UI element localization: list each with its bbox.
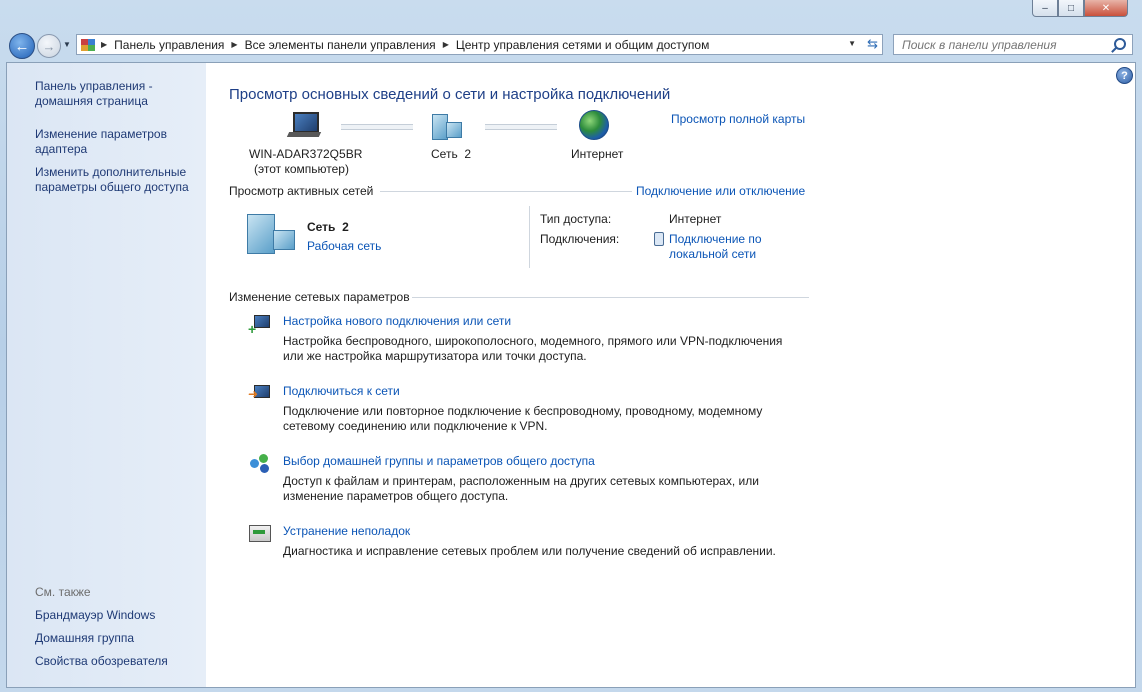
lan-connection-line2: локальной сети	[669, 247, 757, 261]
section-divider	[380, 191, 632, 192]
history-dropdown-icon[interactable]: ▼	[63, 40, 71, 49]
breadcrumb-control-panel[interactable]: Панель управления	[114, 38, 224, 52]
search-input[interactable]	[900, 35, 1114, 55]
chevron-right-icon[interactable]: ▶	[443, 40, 449, 49]
sidebar-home-line2: домашняя страница	[35, 94, 148, 108]
computer-icon	[286, 112, 322, 138]
minimize-button[interactable]: ‒	[1032, 0, 1058, 17]
chevron-right-icon[interactable]: ▶	[231, 40, 237, 49]
task-desc: или же настройка маршрутизатора или точк…	[283, 349, 587, 363]
access-type-label: Тип доступа:	[540, 212, 612, 226]
sidebar-home-line1: Панель управления -	[35, 79, 153, 93]
breadcrumb-all-items[interactable]: Все элементы панели управления	[245, 38, 436, 52]
see-also-internet-options-link[interactable]: Свойства обозревателя	[35, 654, 168, 669]
troubleshoot-icon	[248, 523, 272, 545]
task-desc: Настройка беспроводного, широкополосного…	[283, 334, 783, 348]
sidebar-adapter-line1: Изменение параметров	[35, 127, 167, 141]
network-type-link[interactable]: Рабочая сеть	[307, 239, 381, 253]
access-type-value: Интернет	[669, 212, 722, 226]
chevron-right-icon[interactable]: ▶	[101, 40, 107, 49]
map-network-name: Сеть 2	[431, 147, 472, 161]
task-desc: изменение параметров общего доступа.	[283, 489, 509, 503]
task-link-troubleshoot[interactable]: Устранение неполадок	[283, 524, 410, 538]
map-internet-label: Интернет	[571, 147, 624, 161]
internet-globe-icon	[579, 110, 609, 140]
active-network-name: Сеть 2	[307, 220, 349, 234]
maximize-button[interactable]: □	[1058, 0, 1084, 17]
task-link-connect[interactable]: Подключиться к сети	[283, 384, 400, 398]
search-box[interactable]	[893, 34, 1133, 55]
map-connector-line	[341, 124, 413, 130]
computer-note: (этот компьютер)	[254, 162, 349, 176]
task-link-homegroup[interactable]: Выбор домашней группы и параметров общег…	[283, 454, 595, 468]
homegroup-icon	[248, 453, 272, 475]
forward-button[interactable]: →	[37, 34, 61, 58]
task-desc: Диагностика и исправление сетевых пробле…	[283, 544, 776, 558]
sidebar-adapter-link[interactable]: Изменение параметров адаптера	[35, 127, 167, 157]
section-divider	[412, 297, 809, 298]
new-connection-icon: +	[248, 313, 272, 337]
see-also-heading: См. также	[35, 585, 91, 599]
page-title: Просмотр основных сведений о сети и наст…	[229, 86, 671, 103]
see-also-firewall-link[interactable]: Брандмауэр Windows	[35, 608, 155, 623]
back-button[interactable]: ←	[9, 33, 35, 59]
see-also-homegroup-link[interactable]: Домашняя группа	[35, 631, 134, 646]
lan-connection-link[interactable]: Подключение по локальной сети	[669, 232, 762, 262]
sidebar-sharing-line2: параметры общего доступа	[35, 180, 189, 194]
full-map-link[interactable]: Просмотр полной карты	[671, 112, 805, 126]
computer-name: WIN-ADAR372Q5BR	[249, 147, 363, 161]
connect-network-icon: ➜	[248, 383, 272, 405]
address-bar[interactable]: ▶ Панель управления ▶ Все элементы панел…	[76, 34, 883, 55]
sidebar: Панель управления - домашняя страница Из…	[7, 63, 206, 687]
window-controls: ‒ □ ✕	[1032, 0, 1128, 18]
lan-connection-icon	[654, 232, 664, 246]
address-dropdown-icon[interactable]: ▼	[848, 39, 856, 48]
active-network-icon	[247, 212, 295, 254]
task-desc: Подключение или повторное подключение к …	[283, 404, 763, 418]
help-icon[interactable]: ?	[1116, 67, 1133, 84]
vertical-divider	[529, 206, 530, 268]
refresh-icon[interactable]: ⇆	[867, 36, 878, 52]
change-settings-header: Изменение сетевых параметров	[229, 290, 410, 304]
active-networks-header: Просмотр активных сетей	[229, 184, 374, 198]
connect-disconnect-link[interactable]: Подключение или отключение	[636, 184, 805, 198]
connections-label: Подключения:	[540, 232, 620, 246]
task-desc: Доступ к файлам и принтерам, расположенн…	[283, 474, 759, 488]
task-link-new-connection[interactable]: Настройка нового подключения или сети	[283, 314, 511, 328]
network-icon	[432, 112, 462, 140]
task-desc: сетевому соединению или подключение к VP…	[283, 419, 548, 433]
sidebar-sharing-link[interactable]: Изменить дополнительные параметры общего…	[35, 165, 189, 195]
map-connector-line	[485, 124, 557, 130]
lan-connection-line1: Подключение по	[669, 232, 762, 246]
title-bar: ‒ □ ✕	[0, 0, 1142, 30]
sidebar-adapter-line2: адаптера	[35, 142, 88, 156]
control-panel-icon	[81, 38, 95, 51]
search-icon[interactable]	[1114, 38, 1126, 50]
sidebar-home-link[interactable]: Панель управления - домашняя страница	[35, 79, 153, 109]
close-button[interactable]: ✕	[1084, 0, 1128, 17]
breadcrumb-network-center[interactable]: Центр управления сетями и общим доступом	[456, 38, 710, 52]
sidebar-sharing-line1: Изменить дополнительные	[35, 165, 187, 179]
